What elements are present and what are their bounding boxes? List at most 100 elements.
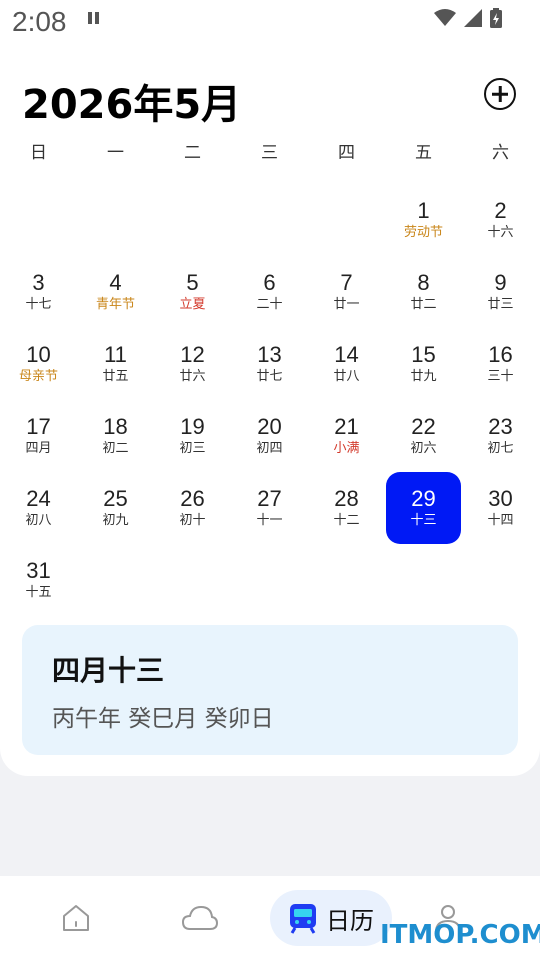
lunar-info-card[interactable]: 四月十三 丙午年 癸巳月 癸卯日 [22,625,518,755]
day-cell[interactable]: 22 初六 [386,400,461,472]
empty-day-cell [154,184,231,256]
day-lunar-label: 廿一 [333,297,360,312]
empty-day-cell [77,184,154,256]
day-number: 24 [26,486,51,511]
day-number: 15 [411,342,436,367]
nav-weather[interactable] [172,890,228,946]
day-cell[interactable]: 21 小满 [309,400,384,472]
calendar-app-icon [290,904,316,934]
day-lunar-label: 初二 [102,441,129,456]
weekday-label: 一 [107,143,124,163]
day-lunar-label: 青年节 [95,297,135,312]
day-cell[interactable]: 5 立夏 [155,256,230,328]
day-lunar-label: 十四 [487,513,514,528]
day-cell[interactable]: 11 廿五 [78,328,153,400]
day-number: 9 [494,270,507,295]
day-number: 4 [109,270,122,295]
day-lunar-label: 十一 [256,513,283,528]
day-cell[interactable]: 20 初四 [232,400,307,472]
day-cell[interactable]: 30 十四 [463,472,538,544]
day-cell[interactable]: 28 十二 [309,472,384,544]
day-cell[interactable]: 18 初二 [78,400,153,472]
day-cell[interactable]: 3 十七 [1,256,76,328]
day-number: 22 [411,414,436,439]
cellular-icon [464,9,482,27]
day-cell[interactable]: 25 初九 [78,472,153,544]
day-lunar-label: 初七 [487,441,514,456]
day-lunar-label: 母亲节 [18,369,58,384]
nav-calendar[interactable]: 日历 [270,890,392,946]
weekday-label: 二 [184,143,201,163]
weekday-label: 日 [30,143,47,163]
day-number: 19 [180,414,205,439]
day-cell[interactable]: 9 廿三 [463,256,538,328]
day-number: 3 [32,270,45,295]
ganzhi-date: 丙午年 癸巳月 癸卯日 [52,706,274,732]
day-number: 25 [103,486,128,511]
day-number: 23 [488,414,513,439]
day-cell[interactable]: 23 初七 [463,400,538,472]
day-lunar-label: 廿三 [487,297,514,312]
day-number: 7 [340,270,353,295]
add-event-button[interactable] [484,78,516,110]
day-lunar-label: 初四 [256,441,283,456]
day-cell[interactable]: 7 廿一 [309,256,384,328]
day-cell[interactable]: 12 廿六 [155,328,230,400]
day-cell[interactable]: 15 廿九 [386,328,461,400]
day-lunar-label: 十二 [333,513,360,528]
nav-home[interactable] [48,890,104,946]
day-number: 27 [257,486,282,511]
day-lunar-label: 小满 [333,441,360,456]
day-cell[interactable]: 16 三十 [463,328,538,400]
day-cell-selected[interactable]: 29 十三 [386,472,461,544]
day-lunar-label: 四月 [25,441,52,456]
day-cell[interactable]: 13 廿七 [232,328,307,400]
weekday-label: 六 [492,143,509,163]
home-icon [63,905,89,931]
status-bar: 2:08 [0,0,540,44]
day-number: 17 [26,414,51,439]
day-cell[interactable]: 14 廿八 [309,328,384,400]
day-cell[interactable]: 27 十一 [232,472,307,544]
day-number: 30 [488,486,513,511]
battery-icon [490,8,502,28]
day-cell[interactable]: 24 初八 [1,472,76,544]
day-number: 20 [257,414,282,439]
day-cell[interactable]: 10 母亲节 [1,328,76,400]
day-lunar-label: 三十 [487,369,514,384]
day-grid: 1 劳动节 2 十六 3 十七 4 青年节 5 立夏 6 二十 7 廿一 8 廿二 9 廿三 10 母亲节 11 廿五 12… [0,184,540,616]
day-number: 28 [334,486,359,511]
day-lunar-label: 十五 [25,585,52,600]
day-number: 10 [26,342,51,367]
day-lunar-label: 廿二 [410,297,437,312]
day-lunar-label: 廿七 [256,369,283,384]
day-lunar-label: 廿八 [333,369,360,384]
day-lunar-label: 初十 [179,513,206,528]
day-lunar-label: 十七 [25,297,52,312]
day-cell[interactable]: 2 十六 [463,184,538,256]
day-cell[interactable]: 1 劳动节 [386,184,461,256]
lunar-date: 四月十三 [52,654,165,687]
day-cell[interactable]: 19 初三 [155,400,230,472]
day-lunar-label: 廿五 [102,369,129,384]
day-number: 31 [26,558,51,583]
status-icons [434,8,502,28]
pause-icon [88,12,100,24]
day-number: 13 [257,342,282,367]
day-number: 1 [417,198,430,223]
day-cell[interactable]: 31 十五 [1,544,76,616]
empty-day-cell [231,184,308,256]
day-cell[interactable]: 4 青年节 [78,256,153,328]
weekday-label: 五 [415,143,432,163]
weekday-label: 四 [338,143,355,163]
empty-day-cell [0,184,77,256]
day-cell[interactable]: 8 廿二 [386,256,461,328]
day-number: 6 [263,270,276,295]
day-cell[interactable]: 6 二十 [232,256,307,328]
day-cell[interactable]: 17 四月 [1,400,76,472]
day-number: 18 [103,414,128,439]
status-time: 2:08 [12,6,67,37]
cloud-icon [181,905,219,930]
day-cell[interactable]: 26 初十 [155,472,230,544]
day-number: 21 [334,414,359,439]
